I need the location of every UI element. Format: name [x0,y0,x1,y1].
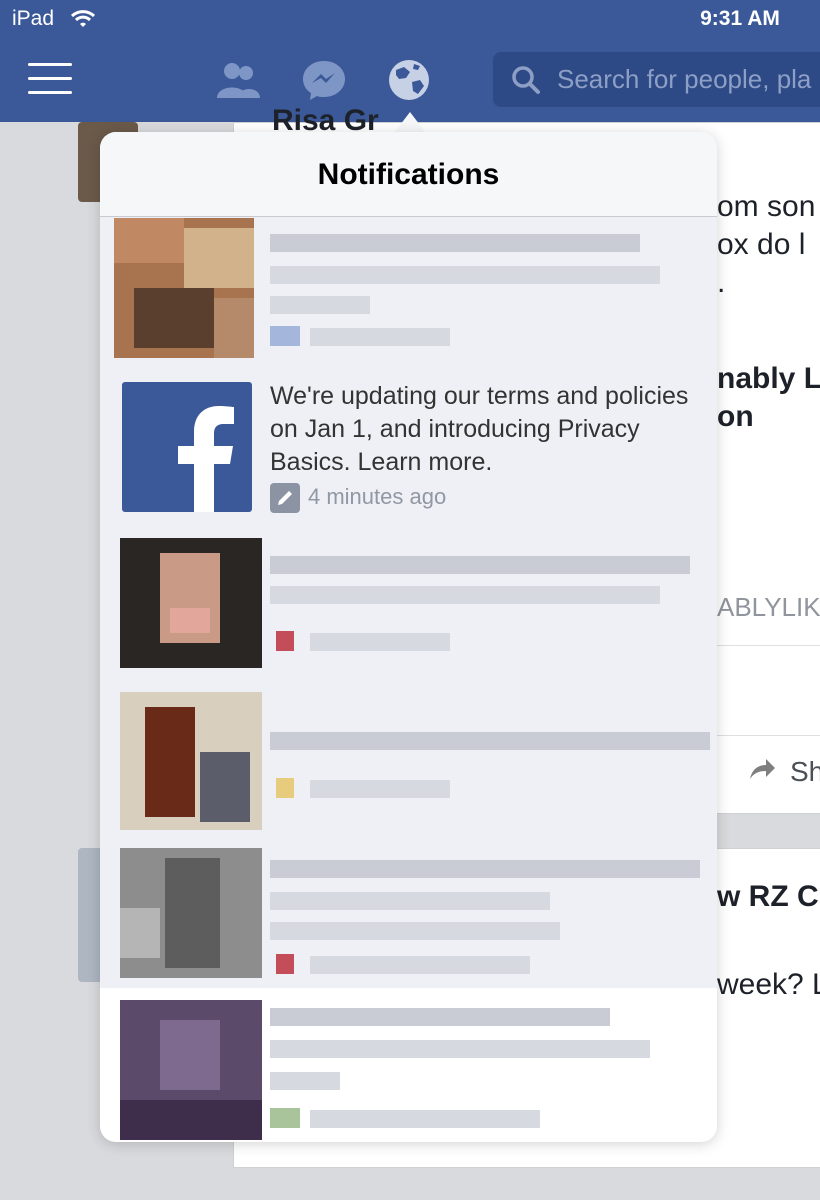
notification-type-icon [270,1108,300,1128]
notification-time: 4 minutes ago [308,483,447,509]
link-domain: ABLYLIK [717,592,820,622]
blurred-text [270,860,700,878]
avatar [120,692,262,830]
post-text-line: om son [717,190,816,223]
status-time: 9:31 AM [700,7,780,30]
notification-item[interactable] [100,536,717,676]
post-title: w RZ C [717,880,819,913]
avatar [120,848,262,978]
friends-icon[interactable] [214,58,262,102]
search-input[interactable]: Search for people, pla [493,52,820,107]
blurred-timestamp [310,1110,540,1128]
avatar [120,1000,262,1140]
post-text-line: . [717,266,726,299]
blurred-text [270,234,640,252]
search-placeholder: Search for people, pla [557,64,812,94]
divider [717,735,820,736]
globe-icon[interactable] [386,58,434,102]
blurred-timestamp [310,328,450,346]
notifications-popover: Notifications We're updating our terms a [100,132,717,1142]
post-text-line: week? L [717,968,820,1001]
blurred-text [270,1008,610,1026]
blurred-text [270,1040,650,1058]
notification-text: We're updating our terms and policies on… [270,382,689,476]
blurred-timestamp [310,633,450,651]
popover-title: Notifications [317,158,500,191]
status-bar: iPad 9:31 AM [0,0,820,40]
blurred-text [270,296,370,314]
search-icon [511,65,541,102]
popover-pointer [394,112,426,133]
notification-type-icon [276,954,294,974]
pencil-icon [270,483,300,513]
blurred-text [270,266,660,284]
notification-type-icon [276,778,294,798]
blurred-text [270,922,560,940]
menu-icon[interactable] [28,63,72,99]
post-text-line: ox do l [717,228,806,261]
link-title: on [717,400,754,433]
blurred-text [270,586,660,604]
blurred-text [270,732,710,750]
messenger-icon[interactable] [300,58,348,102]
notification-type-icon [276,631,294,651]
top-nav-bar: Search for people, pla [0,40,820,122]
share-button[interactable]: Sh [790,756,820,788]
popover-header: Notifications [100,132,717,217]
avatar [120,538,262,668]
notification-item[interactable] [100,988,717,1142]
facebook-logo [122,382,252,512]
avatar [114,218,254,358]
blurred-text [270,556,690,574]
notification-item[interactable]: We're updating our terms and policies on… [100,380,717,520]
blurred-timestamp [310,956,530,974]
notification-type-icon [270,326,300,346]
notification-item[interactable] [100,216,717,366]
link-title: nably Li [717,362,820,395]
blurred-text [270,892,550,910]
divider [717,645,820,646]
notification-meta: 4 minutes ago [270,483,446,513]
blurred-timestamp [310,780,450,798]
notification-item[interactable] [100,690,717,830]
blurred-text [270,1072,340,1090]
share-icon[interactable] [748,757,776,786]
notification-item[interactable] [100,846,717,986]
